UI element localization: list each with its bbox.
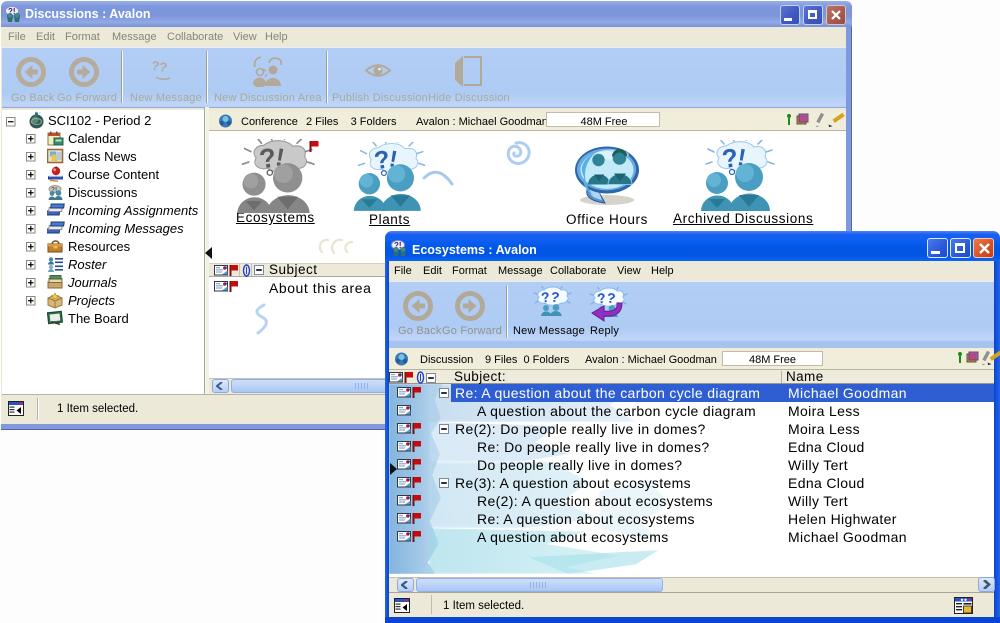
svg-text:??: ?? — [150, 58, 168, 76]
